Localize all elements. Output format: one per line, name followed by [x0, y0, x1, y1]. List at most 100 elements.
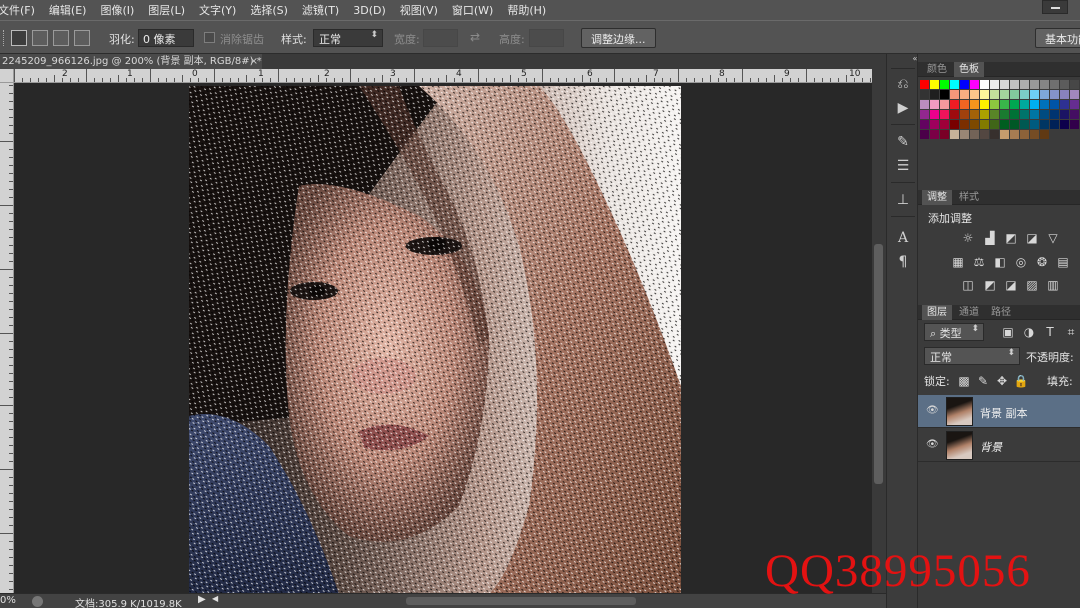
layer-filter-select[interactable]: ⌕ 类型 ⬍	[924, 323, 984, 341]
menu-edit[interactable]: 编辑(E)	[42, 2, 94, 18]
color-swatch[interactable]	[970, 110, 979, 119]
color-swatch[interactable]	[1060, 120, 1069, 129]
color-swatch[interactable]	[950, 100, 959, 109]
tab-swatches[interactable]: 色板	[954, 62, 984, 77]
status-info-icon[interactable]	[32, 596, 43, 607]
color-swatch[interactable]	[1000, 130, 1009, 139]
vibrance-icon[interactable]: ▽	[1045, 231, 1061, 245]
add-selection-button[interactable]	[32, 30, 48, 46]
menu-view[interactable]: 视图(V)	[393, 2, 445, 18]
channel-mixer-icon[interactable]: ❂	[1034, 255, 1050, 269]
color-swatch[interactable]	[970, 90, 979, 99]
threshold-icon[interactable]: ◪	[1003, 278, 1019, 292]
color-swatch[interactable]	[970, 80, 979, 89]
color-swatch[interactable]	[1040, 100, 1049, 109]
color-swatch[interactable]	[930, 110, 939, 119]
menu-layer[interactable]: 图层(L)	[141, 2, 192, 18]
color-swatch[interactable]	[980, 80, 989, 89]
tab-styles[interactable]: 样式	[954, 190, 984, 205]
color-swatch[interactable]	[970, 100, 979, 109]
photo-filter-icon[interactable]: ◎	[1013, 255, 1029, 269]
hue-saturation-icon[interactable]: ▦	[950, 255, 966, 269]
tab-adjustments[interactable]: 调整	[922, 190, 952, 205]
color-swatch[interactable]	[1020, 110, 1029, 119]
color-swatch[interactable]	[920, 90, 929, 99]
antialias-checkbox[interactable]	[204, 32, 215, 43]
color-swatch[interactable]	[940, 120, 949, 129]
color-swatch[interactable]	[1010, 110, 1019, 119]
color-swatch[interactable]	[1010, 80, 1019, 89]
color-swatch[interactable]	[940, 80, 949, 89]
vertical-scrollbar[interactable]	[872, 69, 886, 593]
invert-icon[interactable]: ◫	[960, 278, 976, 292]
color-swatch[interactable]	[1000, 120, 1009, 129]
layer-name[interactable]: 背景 副本	[980, 405, 1028, 421]
color-swatch[interactable]	[960, 110, 969, 119]
color-swatch[interactable]	[970, 130, 979, 139]
color-swatch[interactable]	[930, 120, 939, 129]
blend-mode-select[interactable]: 正常 ⬍	[924, 347, 1020, 365]
color-swatch[interactable]	[1000, 80, 1009, 89]
color-swatch[interactable]	[930, 130, 939, 139]
width-input[interactable]	[423, 29, 458, 47]
color-swatch[interactable]	[1050, 90, 1059, 99]
color-swatch[interactable]	[1020, 130, 1029, 139]
color-swatch[interactable]	[960, 90, 969, 99]
color-swatch[interactable]	[990, 80, 999, 89]
color-swatch[interactable]	[980, 130, 989, 139]
filter-adjust-icon[interactable]: ◑	[1021, 325, 1037, 339]
paragraph-icon[interactable]: ¶	[893, 252, 913, 272]
color-swatch[interactable]	[1070, 120, 1079, 129]
color-swatch[interactable]	[960, 120, 969, 129]
color-swatch[interactable]	[950, 110, 959, 119]
horizontal-scroll-thumb[interactable]	[406, 597, 636, 605]
tab-paths[interactable]: 路径	[986, 305, 1016, 320]
color-swatch[interactable]	[1020, 90, 1029, 99]
tab-layers[interactable]: 图层	[922, 305, 952, 320]
color-swatch[interactable]	[1070, 90, 1079, 99]
intersect-selection-button[interactable]	[74, 30, 90, 46]
menu-select[interactable]: 选择(S)	[243, 2, 295, 18]
color-swatch[interactable]	[1030, 110, 1039, 119]
color-swatch[interactable]	[990, 110, 999, 119]
color-swatch[interactable]	[1050, 110, 1059, 119]
refine-edge-button[interactable]: 调整边缘...	[581, 28, 656, 48]
brush-icon[interactable]: ✎	[893, 132, 913, 152]
filter-shape-icon[interactable]: ⌗	[1063, 325, 1079, 339]
levels-icon[interactable]: ▟	[982, 231, 998, 245]
color-swatch[interactable]	[990, 100, 999, 109]
layer-row[interactable]: 👁 背景 副本	[918, 395, 1080, 428]
lock-position-icon[interactable]: ✥	[994, 374, 1010, 388]
exposure-icon[interactable]: ◪	[1024, 231, 1040, 245]
color-swatch[interactable]	[1020, 100, 1029, 109]
color-swatch[interactable]	[1050, 120, 1059, 129]
filter-pixel-icon[interactable]: ▣	[1000, 325, 1016, 339]
color-swatch[interactable]	[940, 110, 949, 119]
document-image[interactable]	[189, 86, 681, 594]
actions-play-icon[interactable]: ▶	[893, 98, 913, 118]
swatch-grid[interactable]	[920, 80, 1080, 180]
color-swatch[interactable]	[980, 110, 989, 119]
posterize-icon[interactable]: ◩	[982, 278, 998, 292]
color-swatch[interactable]	[1020, 80, 1029, 89]
menu-image[interactable]: 图像(I)	[93, 2, 141, 18]
visibility-eye-icon[interactable]: 👁	[926, 405, 939, 417]
height-input[interactable]	[529, 29, 564, 47]
color-swatch[interactable]	[1060, 80, 1069, 89]
color-lookup-icon[interactable]: ▤	[1055, 255, 1071, 269]
color-swatch[interactable]	[1050, 80, 1059, 89]
color-swatch[interactable]	[1030, 120, 1039, 129]
color-swatch[interactable]	[1060, 110, 1069, 119]
color-swatch[interactable]	[930, 80, 939, 89]
menu-filter[interactable]: 滤镜(T)	[295, 2, 346, 18]
curves-icon[interactable]: ◩	[1003, 231, 1019, 245]
menu-type[interactable]: 文字(Y)	[192, 2, 243, 18]
color-swatch[interactable]	[920, 130, 929, 139]
color-swatch[interactable]	[940, 100, 949, 109]
lock-all-icon[interactable]: 🔒	[1013, 374, 1029, 388]
color-swatch[interactable]	[1000, 90, 1009, 99]
color-swatch[interactable]	[1040, 90, 1049, 99]
color-swatch[interactable]	[960, 130, 969, 139]
color-swatch[interactable]	[1050, 100, 1059, 109]
filter-type-icon[interactable]: T	[1042, 325, 1058, 339]
